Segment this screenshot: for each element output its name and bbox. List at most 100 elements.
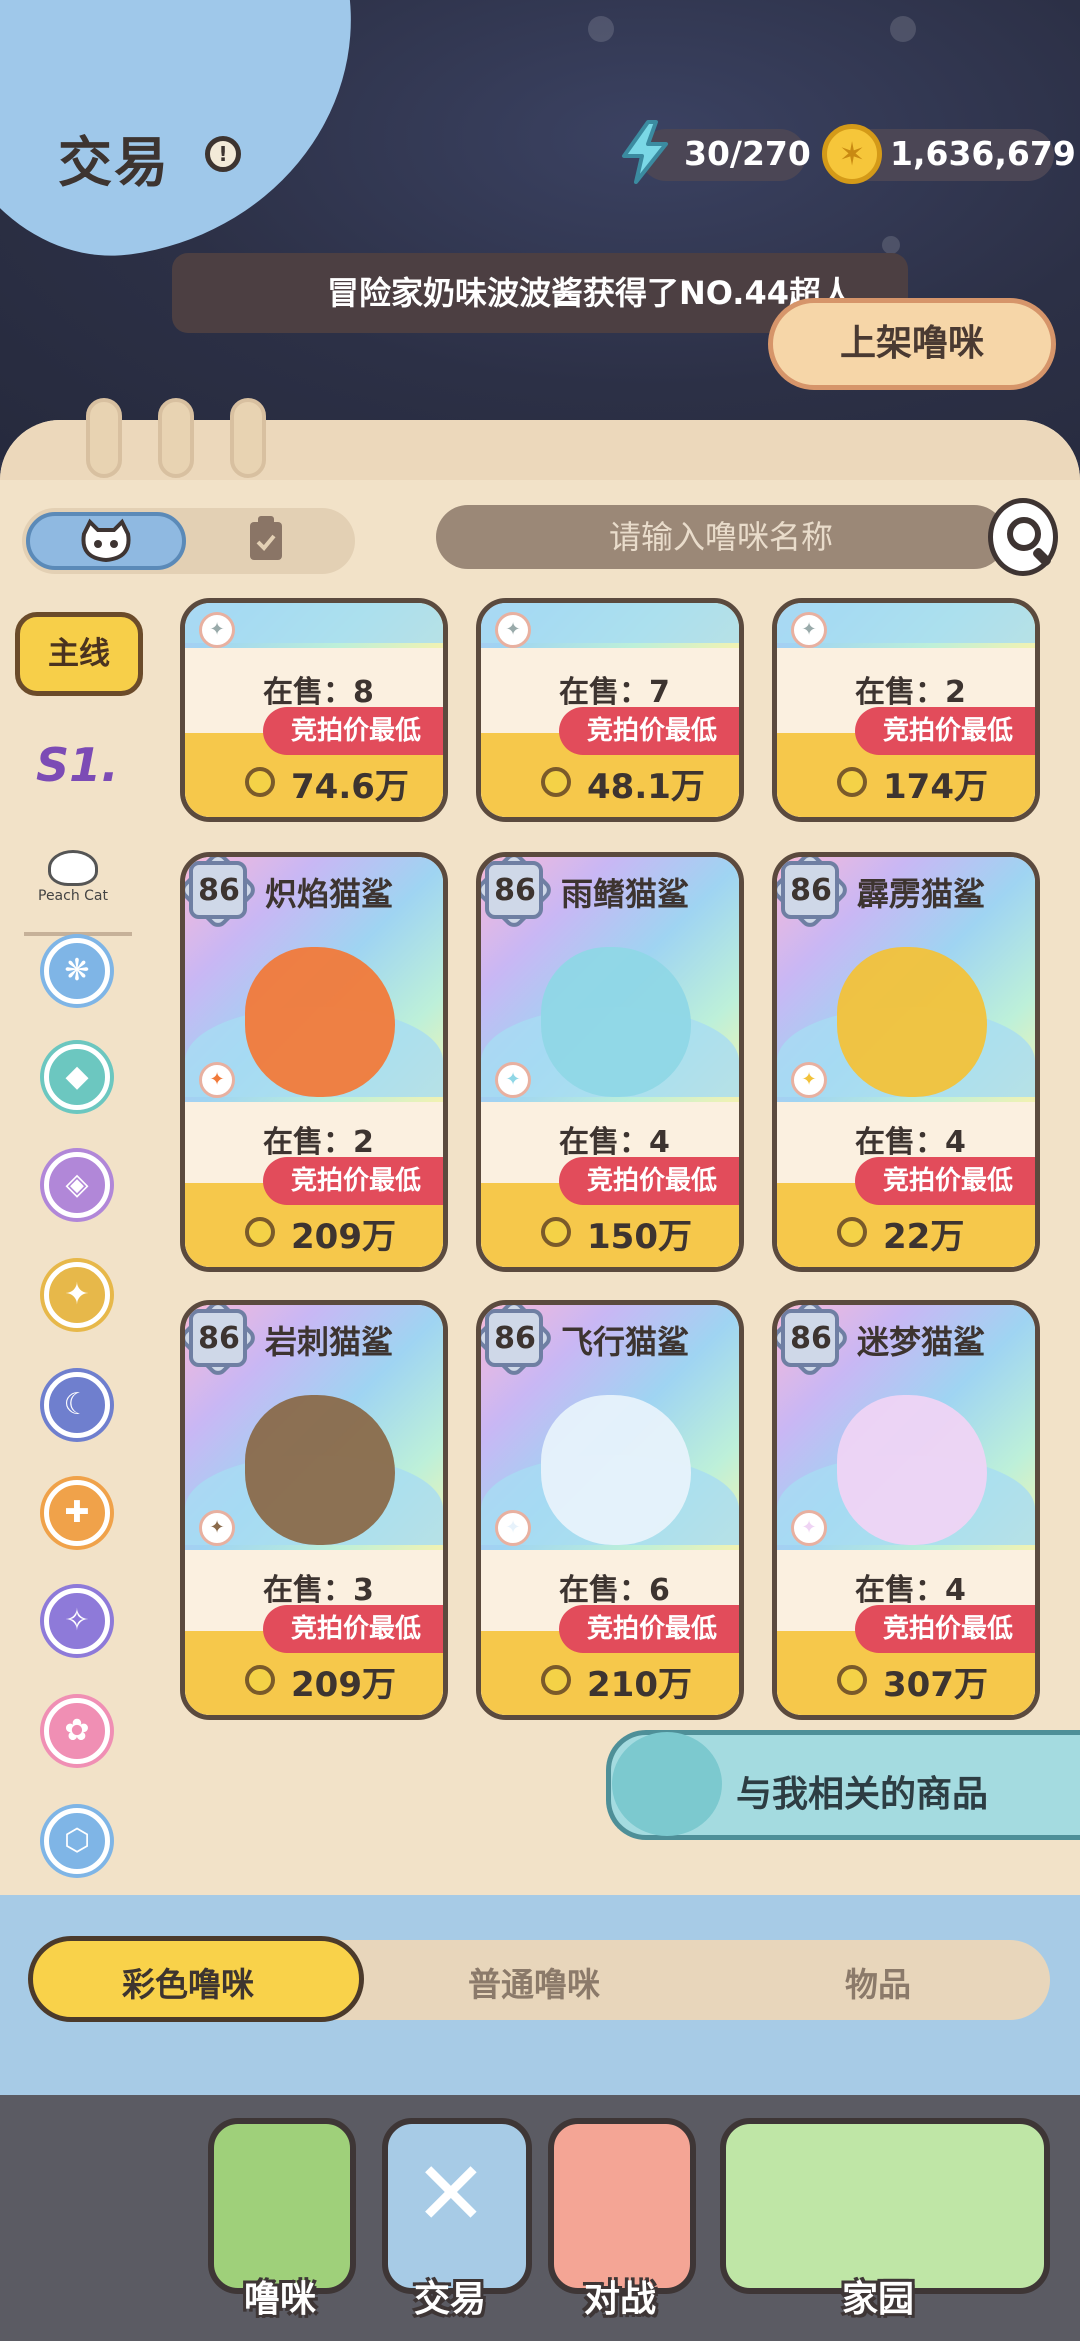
lumi-name: 飞行猫鲨 <box>561 1323 690 1361</box>
peach-cat-label: Peach Cat <box>38 888 108 904</box>
creature-image <box>837 947 987 1097</box>
lumi-card[interactable]: 86 雨鳍猫鲨 ✦ 在售：4 竞拍价最低 150万 <box>476 852 744 1272</box>
lumi-card[interactable]: 86 岩刺猫鲨 ✦ 在售：3 竞拍价最低 209万 <box>180 1300 448 1720</box>
element-icon: ✦ <box>791 612 827 648</box>
price-value: 150万 <box>587 1217 692 1257</box>
lumi-card[interactable]: 86 炽焰猫鲨 ✦ 在售：2 竞拍价最低 209万 <box>180 852 448 1272</box>
price-value: 174万 <box>883 767 988 807</box>
element-icon: ✦ <box>495 1510 531 1546</box>
close-icon: ✕ <box>414 2142 488 2245</box>
lumi-name: 霹雳猫鲨 <box>857 875 986 913</box>
nav-lumi-button[interactable] <box>208 2118 356 2294</box>
lowest-bid-tag: 竞拍价最低 <box>263 707 443 755</box>
nav-home-button[interactable] <box>720 2118 1050 2294</box>
sidebar-peach-cat[interactable]: Peach Cat <box>30 850 116 910</box>
nav-home-label: 家园 <box>842 2279 915 2320</box>
lumi-name: 炽焰猫鲨 <box>265 875 394 913</box>
level-badge: 86 <box>777 1305 852 1380</box>
level-badge: 86 <box>777 857 852 932</box>
sidebar-main-story[interactable]: 主线 <box>15 612 143 696</box>
sidebar-divider <box>24 932 132 936</box>
coin-icon <box>837 767 867 797</box>
moon-icon[interactable]: ☾ <box>44 1372 110 1438</box>
creature-image <box>245 1395 395 1545</box>
search-input[interactable]: 请输入噜咪名称 <box>436 505 1006 569</box>
list-lumi-button[interactable]: 上架噜咪 <box>768 298 1056 390</box>
shield-icon[interactable]: ⬡ <box>44 1808 110 1874</box>
related-products-label: 与我相关的商品 <box>736 1774 989 1815</box>
level-badge: 86 <box>481 857 556 932</box>
creature-image <box>245 947 395 1097</box>
lowest-bid-tag: 竞拍价最低 <box>559 1605 739 1653</box>
lumi-card[interactable]: 86 迷梦猫鲨 ✦ 在售：4 竞拍价最低 307万 <box>772 1300 1040 1720</box>
nav-battle-label: 对战 <box>584 2279 657 2320</box>
creature-image <box>837 1395 987 1545</box>
nav-lumi-label: 噜咪 <box>244 2279 317 2320</box>
lowest-bid-tag: 竞拍价最低 <box>263 1605 443 1653</box>
level-badge: 86 <box>185 857 260 932</box>
lumi-card[interactable]: 86 飞行猫鲨 ✦ 在售：6 竞拍价最低 210万 <box>476 1300 744 1720</box>
element-icon: ✦ <box>791 1510 827 1546</box>
tab-items[interactable]: 物品 <box>845 1958 911 2006</box>
nav-trade-label: 交易 <box>414 2279 487 2320</box>
gem-icon[interactable]: ◈ <box>44 1152 110 1218</box>
element-icon: ✦ <box>495 1062 531 1098</box>
on-sale-count: 在售：2 <box>263 1125 374 1160</box>
lumi-card[interactable]: ✦ 在售：8 竞拍价最低 74.6万 <box>180 598 448 822</box>
coin-icon <box>541 1217 571 1247</box>
lumi-card[interactable]: ✦ 在售：2 竞拍价最低 174万 <box>772 598 1040 822</box>
lumi-card[interactable]: 86 霹雳猫鲨 ✦ 在售：4 竞拍价最低 22万 <box>772 852 1040 1272</box>
flame-icon[interactable]: ✦ <box>44 1262 110 1328</box>
coin-icon <box>245 767 275 797</box>
lumi-name: 岩刺猫鲨 <box>265 1323 394 1361</box>
price-value: 210万 <box>587 1665 692 1705</box>
fist-icon[interactable]: ✚ <box>44 1480 110 1546</box>
level-value: 86 <box>198 873 240 908</box>
on-sale-count: 在售：3 <box>263 1573 374 1608</box>
level-value: 86 <box>790 873 832 908</box>
price-value: 74.6万 <box>291 767 409 807</box>
star-icon[interactable]: ✧ <box>44 1588 110 1654</box>
coin-value: 1,636,679 <box>890 134 1076 173</box>
price-value: 209万 <box>291 1665 396 1705</box>
level-value: 86 <box>494 873 536 908</box>
coin-icon <box>541 1665 571 1695</box>
lumi-name: 雨鳍猫鲨 <box>561 875 690 913</box>
flower-icon[interactable]: ✿ <box>44 1698 110 1764</box>
peach-cat-logo <box>48 850 98 886</box>
lightning-icon <box>622 120 668 184</box>
search-button[interactable] <box>988 498 1058 576</box>
board-post <box>158 398 194 478</box>
cat-face-icon <box>81 518 131 563</box>
element-icon: ✦ <box>199 1062 235 1098</box>
water-drop-icon[interactable]: ❋ <box>44 938 110 1004</box>
on-sale-count: 在售：4 <box>855 1125 966 1160</box>
sidebar-season-s1[interactable]: S1. <box>36 738 119 792</box>
price-value: 209万 <box>291 1217 396 1257</box>
clipboard-icon[interactable] <box>246 514 286 564</box>
lumi-card[interactable]: ✦ 在售：7 竞拍价最低 48.1万 <box>476 598 744 822</box>
level-value: 86 <box>494 1321 536 1356</box>
level-value: 86 <box>198 1321 240 1356</box>
lowest-bid-tag: 竞拍价最低 <box>855 1157 1035 1205</box>
tab-normal-lumi[interactable]: 普通噜咪 <box>468 1958 600 2006</box>
tab-cat-view[interactable] <box>26 512 186 570</box>
info-icon[interactable]: ! <box>205 136 241 172</box>
nav-battle-button[interactable] <box>548 2118 696 2294</box>
level-value: 86 <box>790 1321 832 1356</box>
coin-icon: ✶ <box>822 124 882 184</box>
on-sale-count: 在售：6 <box>559 1573 670 1608</box>
star-decoration <box>882 236 900 254</box>
lowest-bid-tag: 竞拍价最低 <box>559 707 739 755</box>
on-sale-count: 在售：8 <box>263 675 374 710</box>
coin-icon <box>837 1217 867 1247</box>
element-icon: ✦ <box>199 1510 235 1546</box>
on-sale-count: 在售：2 <box>855 675 966 710</box>
element-icon: ✦ <box>791 1062 827 1098</box>
star-decoration <box>890 16 916 42</box>
coin-icon <box>541 767 571 797</box>
nav-trade-button[interactable]: ✕ <box>382 2118 532 2294</box>
creature-image <box>541 1395 691 1545</box>
crystal-icon[interactable]: ◆ <box>44 1044 110 1110</box>
price-value: 307万 <box>883 1665 988 1705</box>
